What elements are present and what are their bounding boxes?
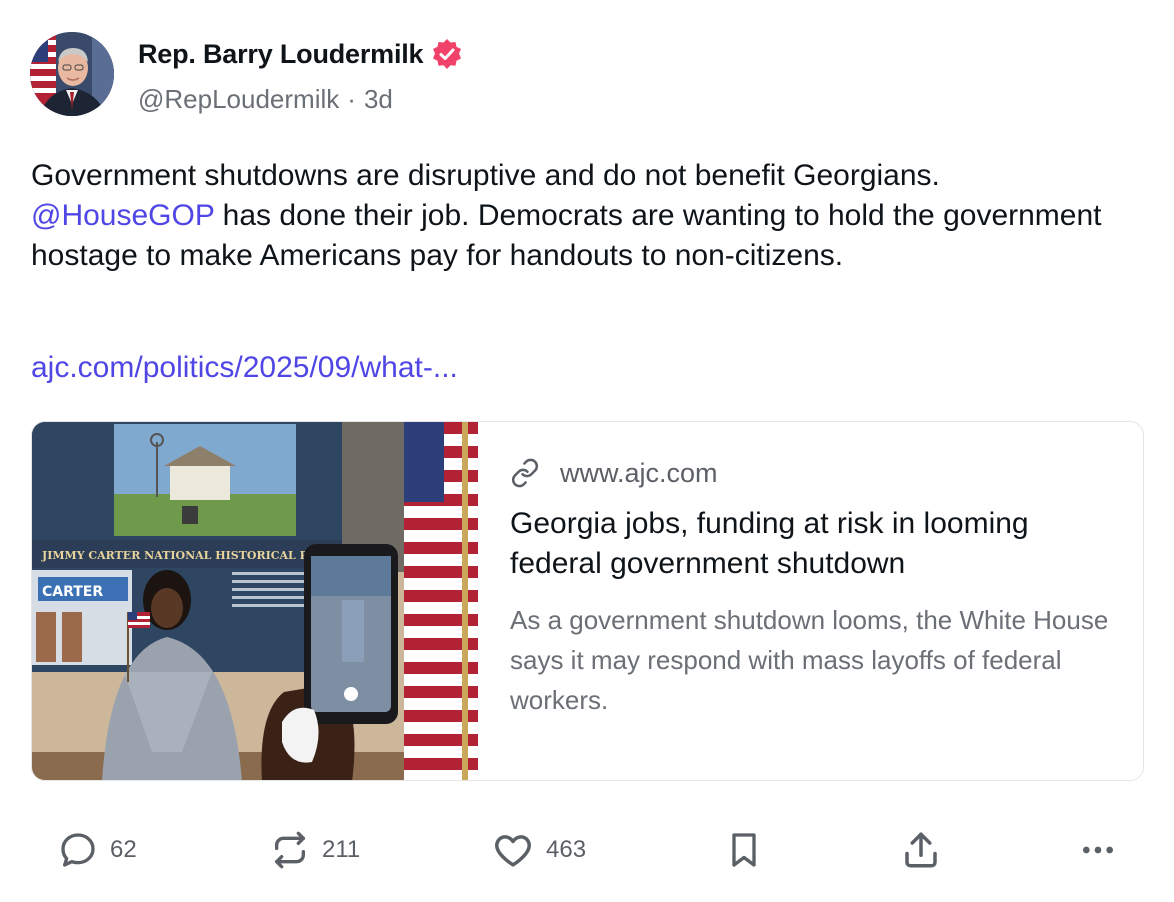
link-preview-image: JIMMY CARTER NATIONAL HISTORICAL PARK CA… bbox=[32, 422, 478, 780]
link-preview-domain-row: www.ajc.com bbox=[510, 454, 1110, 492]
more-icon bbox=[1078, 830, 1118, 870]
avatar[interactable] bbox=[30, 32, 114, 116]
link-icon bbox=[510, 458, 540, 488]
heart-icon bbox=[492, 829, 534, 871]
image-sign-text: JIMMY CARTER NATIONAL HISTORICAL PARK bbox=[41, 549, 335, 562]
author-name-row: Rep. Barry Loudermilk bbox=[138, 34, 463, 74]
reply-icon bbox=[58, 830, 98, 870]
repost-icon bbox=[270, 830, 310, 870]
link-preview-content: www.ajc.com Georgia jobs, funding at ris… bbox=[510, 454, 1110, 720]
post-text: Government shutdowns are disruptive and … bbox=[31, 156, 1121, 276]
reply-button[interactable]: 62 bbox=[58, 822, 137, 878]
repost-count: 211 bbox=[322, 836, 361, 863]
post-url-link[interactable]: ajc.com/politics/2025/09/what-... bbox=[31, 348, 458, 388]
like-count: 463 bbox=[546, 836, 587, 863]
bookmark-button[interactable] bbox=[724, 822, 764, 878]
post-text-part1: Government shutdowns are disruptive and … bbox=[31, 159, 940, 192]
share-button[interactable] bbox=[900, 822, 942, 878]
share-icon bbox=[900, 829, 942, 871]
link-preview-domain: www.ajc.com bbox=[560, 457, 718, 488]
meta-separator: · bbox=[347, 84, 356, 114]
avatar-photo bbox=[30, 32, 114, 116]
verified-badge-icon bbox=[431, 38, 463, 70]
repost-button[interactable]: 211 bbox=[270, 822, 360, 878]
author-display-name[interactable]: Rep. Barry Loudermilk bbox=[138, 39, 424, 70]
mention-link[interactable]: @HouseGOP bbox=[31, 199, 214, 232]
more-options-button[interactable] bbox=[1078, 822, 1118, 878]
like-button[interactable]: 463 bbox=[492, 822, 586, 878]
link-preview-card[interactable]: JIMMY CARTER NATIONAL HISTORICAL PARK CA… bbox=[31, 421, 1144, 781]
author-meta-row: @RepLoudermilk · 3d bbox=[138, 84, 393, 115]
image-store-text: CARTER bbox=[42, 584, 103, 600]
link-preview-description: As a government shutdown looms, the Whit… bbox=[510, 605, 1109, 715]
reply-count: 62 bbox=[110, 836, 137, 863]
author-handle[interactable]: @RepLoudermilk bbox=[138, 84, 339, 115]
bookmark-icon bbox=[724, 830, 764, 870]
link-preview-title: Georgia jobs, funding at risk in looming… bbox=[510, 507, 1029, 580]
post-actions-bar: 62 211 463 bbox=[0, 822, 1174, 878]
post: Rep. Barry Loudermilk @RepLoudermilk · 3… bbox=[0, 0, 1174, 902]
post-timestamp[interactable]: 3d bbox=[364, 84, 393, 115]
